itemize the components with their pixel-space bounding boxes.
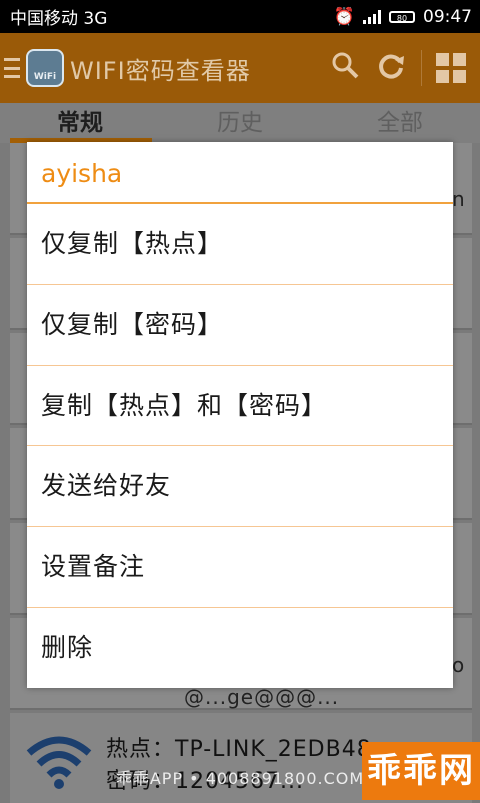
search-icon[interactable] [329, 50, 361, 87]
hotspot-line: 热点：TP-LINK_2EDB48 [106, 737, 372, 762]
logo-label: WiFi [33, 72, 57, 82]
app-title: WIFI密码查看器 [70, 56, 251, 85]
status-icons: ⏰ 80 09:47 [334, 7, 472, 27]
send-to-friend-option[interactable]: 发送给好友 [27, 446, 453, 528]
tab-all[interactable]: 全部 [320, 103, 480, 143]
status-bar: 中国移动 3G ⏰ 80 09:47 [0, 0, 480, 33]
context-menu-dialog: ayisha 仅复制【热点】 仅复制【密码】 复制【热点】和【密码】 发送给好友… [27, 142, 453, 688]
carrier-label: 中国移动 3G [10, 9, 108, 29]
tab-bar: 常规 历史 全部 [0, 103, 480, 143]
tab-history[interactable]: 历史 [160, 103, 320, 143]
list-partial-text: o [452, 653, 465, 677]
battery-icon: 80 [389, 10, 415, 23]
clock-time: 09:47 [423, 6, 472, 27]
grid-icon[interactable] [436, 53, 466, 83]
list-partial-text: n [452, 187, 465, 211]
menu-icon[interactable] [0, 58, 24, 78]
copy-hotspot-option[interactable]: 仅复制【热点】 [27, 204, 453, 285]
copy-password-option[interactable]: 仅复制【密码】 [27, 285, 453, 366]
action-bar: WiFi WIFI密码查看器 [0, 33, 480, 103]
toolbar-divider [421, 50, 422, 86]
alarm-clock-icon: ⏰ [333, 6, 355, 27]
set-note-option[interactable]: 设置备注 [27, 527, 453, 608]
copy-hotspot-and-password-option[interactable]: 复制【热点】和【密码】 [27, 366, 453, 447]
brand-logo: 乖乖网 [362, 742, 480, 800]
refresh-icon[interactable] [375, 50, 407, 87]
tab-general[interactable]: 常规 [0, 103, 160, 143]
wifi-logo-icon: WiFi [26, 49, 64, 87]
signal-bars-icon [363, 9, 381, 24]
delete-option[interactable]: 删除 [27, 608, 453, 689]
dialog-title: ayisha [27, 142, 453, 204]
